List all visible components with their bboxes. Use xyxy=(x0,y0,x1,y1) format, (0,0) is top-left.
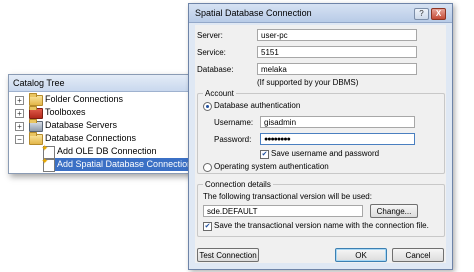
dialog-title: Spatial Database Connection xyxy=(195,8,312,18)
username-label: Username: xyxy=(214,118,254,127)
service-label: Service: xyxy=(197,48,226,57)
expand-icon[interactable]: + xyxy=(15,122,24,131)
tree-item-label: Database Connections xyxy=(45,133,137,143)
server-input[interactable]: user-pc xyxy=(257,29,417,41)
save-version-checkbox[interactable]: ✔ xyxy=(203,222,212,231)
tree-item-database-servers[interactable]: + Database Servers xyxy=(9,119,192,132)
tree-item-add-spatial-database-connection[interactable]: ✦ Add Spatial Database Connection xyxy=(9,157,195,172)
version-field: sde.DEFAULT xyxy=(203,205,363,217)
database-auth-label: Database authentication xyxy=(214,101,301,110)
connection-details-title: Connection details xyxy=(203,180,273,189)
database-auth-radio[interactable] xyxy=(203,102,212,111)
database-label: Database: xyxy=(197,65,234,74)
tree-item-label: Database Servers xyxy=(45,120,118,130)
catalog-tree-title: Catalog Tree xyxy=(9,75,194,92)
spatial-database-connection-dialog: Spatial Database Connection ? X Server: … xyxy=(188,3,453,270)
save-credentials-label: Save username and password xyxy=(271,149,380,158)
catalog-tree-panel: Catalog Tree + Folder Connections + Tool… xyxy=(8,74,195,174)
tree-item-add-ole-db-connection[interactable]: ✦ Add OLE DB Connection xyxy=(9,144,192,159)
server-label: Server: xyxy=(197,31,223,40)
tree-item-label: Folder Connections xyxy=(45,94,124,104)
new-connection-icon: ✦ xyxy=(41,157,55,172)
service-input[interactable]: 5151 xyxy=(257,46,417,58)
tree-item-folder-connections[interactable]: + Folder Connections xyxy=(9,93,192,106)
save-version-label: Save the transactional version name with… xyxy=(214,221,429,230)
password-label: Password: xyxy=(214,135,252,144)
database-input[interactable]: melaka xyxy=(257,63,417,75)
tree-item-label: Add OLE DB Connection xyxy=(57,146,157,156)
close-button[interactable]: X xyxy=(431,8,446,20)
help-button[interactable]: ? xyxy=(414,8,429,20)
connection-details-group: Connection details The following transac… xyxy=(197,180,445,237)
tree-item-label: Toolboxes xyxy=(45,107,86,117)
version-label: The following transactional version will… xyxy=(203,192,372,201)
account-group-title: Account xyxy=(203,89,236,98)
cancel-button[interactable]: Cancel xyxy=(392,248,444,262)
toolbox-icon xyxy=(29,106,43,119)
tree-item-database-connections[interactable]: − Database Connections xyxy=(9,132,192,145)
account-group: Account Database authentication Username… xyxy=(197,89,445,174)
collapse-icon[interactable]: − xyxy=(15,135,24,144)
os-auth-label: Operating system authentication xyxy=(214,162,329,171)
password-input[interactable]: ●●●●●●●● xyxy=(260,133,415,145)
tree-item-label: Add Spatial Database Connection xyxy=(55,158,195,171)
os-auth-radio[interactable] xyxy=(203,163,212,172)
username-input[interactable]: gisadmin xyxy=(260,116,415,128)
save-credentials-checkbox[interactable]: ✔ xyxy=(260,150,269,159)
expand-icon[interactable]: + xyxy=(15,109,24,118)
ok-button[interactable]: OK xyxy=(335,248,387,262)
server-icon xyxy=(29,119,43,132)
dialog-titlebar[interactable]: Spatial Database Connection ? X xyxy=(189,4,452,23)
expand-icon[interactable]: + xyxy=(15,96,24,105)
tree-item-toolboxes[interactable]: + Toolboxes xyxy=(9,106,192,119)
dialog-body: Server: user-pc Service: 5151 Database: … xyxy=(195,25,446,263)
database-note: (If supported by your DBMS) xyxy=(257,78,359,87)
folder-icon xyxy=(29,93,43,106)
change-version-button[interactable]: Change... xyxy=(370,204,418,218)
test-connection-button[interactable]: Test Connection xyxy=(197,248,259,262)
